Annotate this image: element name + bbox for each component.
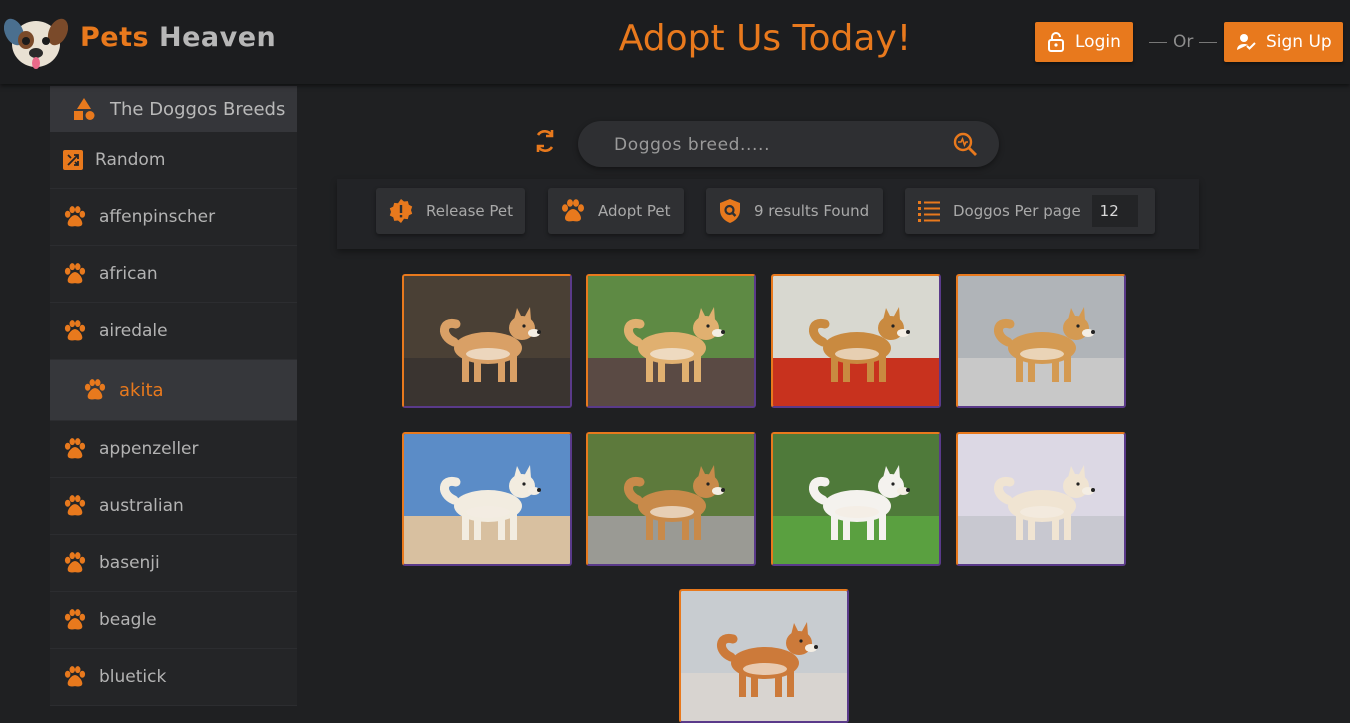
paw-icon: [64, 320, 86, 341]
sidebar-item-breed[interactable]: bluetick: [50, 649, 297, 706]
signup-button[interactable]: Sign Up: [1224, 22, 1343, 62]
brand-part-pets: Pets: [80, 22, 150, 53]
dog-image-card[interactable]: [586, 432, 756, 566]
paw-icon: [64, 206, 86, 227]
dog-photo: [773, 276, 939, 406]
dog-image-card[interactable]: [586, 274, 756, 408]
paw-icon: [562, 199, 584, 222]
sidebar-heading: The Doggos Breeds: [50, 86, 297, 132]
lock-icon: [1048, 32, 1064, 52]
sidebar-item-label: airedale: [99, 321, 168, 341]
breed-list: affenpinscher african airedale akita appenze…: [50, 189, 297, 706]
dog-photo: [404, 434, 570, 564]
paw-icon: [64, 438, 86, 459]
search-input[interactable]: [612, 131, 936, 159]
page-headline: Adopt Us Today!: [618, 18, 912, 59]
shuffle-icon: [63, 150, 83, 170]
sidebar-item-breed[interactable]: appenzeller: [50, 421, 297, 478]
sidebar-item-breed[interactable]: african: [50, 246, 297, 303]
login-label: Login: [1075, 32, 1121, 52]
dog-photo: [773, 434, 939, 564]
paw-icon: [64, 609, 86, 630]
sidebar-item-label: australian: [99, 496, 184, 516]
sidebar-item-breed[interactable]: affenpinscher: [50, 189, 297, 246]
release-pet-button[interactable]: Release Pet: [376, 188, 525, 234]
top-header: Pets Heaven Adopt Us Today! Login Or Sig…: [0, 0, 1350, 84]
dog-image-card[interactable]: [956, 274, 1126, 408]
sidebar-item-breed[interactable]: australian: [50, 478, 297, 535]
results-count-label: 9 results Found: [754, 202, 870, 220]
sidebar-item-breed[interactable]: basenji: [50, 535, 297, 592]
brand-name[interactable]: Pets Heaven: [80, 22, 276, 53]
sidebar-item-breed[interactable]: beagle: [50, 592, 297, 649]
dog-image-card[interactable]: [771, 274, 941, 408]
paw-icon: [64, 495, 86, 516]
dog-photo: [588, 434, 754, 564]
list-icon: [918, 201, 940, 222]
brand-part-heaven: Heaven: [158, 22, 277, 53]
dog-photo: [588, 276, 754, 406]
dog-face-icon[interactable]: [3, 10, 69, 74]
paw-icon: [64, 263, 86, 284]
paw-icon: [84, 379, 106, 400]
sidebar-item-label: Random: [95, 150, 166, 170]
release-pet-label: Release Pet: [426, 202, 513, 220]
sidebar-heading-label: The Doggos Breeds: [110, 98, 286, 120]
alert-badge-icon: [389, 199, 413, 223]
refresh-icon[interactable]: [533, 128, 557, 158]
user-check-icon: [1237, 34, 1256, 50]
dog-photo: [681, 591, 847, 721]
sidebar-item-label: akita: [119, 379, 164, 401]
or-separator: Or: [1143, 32, 1223, 52]
dog-image-card[interactable]: [402, 274, 572, 408]
search-bar: [578, 121, 999, 167]
dog-photo: [958, 434, 1124, 564]
shapes-icon: [74, 98, 95, 120]
per-page-input[interactable]: [1091, 195, 1138, 227]
per-page-label: Doggos Per page: [953, 202, 1081, 220]
dog-photo: [958, 276, 1124, 406]
sidebar-item-label: beagle: [99, 610, 157, 630]
shield-search-icon: [720, 199, 740, 223]
sidebar-item-label: affenpinscher: [99, 207, 216, 227]
per-page-control: Doggos Per page: [905, 188, 1155, 234]
sidebar-item-breed[interactable]: akita: [50, 360, 297, 421]
adopt-pet-button[interactable]: Adopt Pet: [548, 188, 684, 234]
sidebar-item-label: african: [99, 264, 158, 284]
dog-image-card[interactable]: [771, 432, 941, 566]
dog-image-card[interactable]: [402, 432, 572, 566]
dog-image-card[interactable]: [956, 432, 1126, 566]
paw-icon: [64, 552, 86, 573]
dog-image-card[interactable]: [679, 589, 849, 723]
sidebar-item-random[interactable]: Random: [50, 132, 297, 189]
sidebar-item-breed[interactable]: airedale: [50, 303, 297, 360]
adopt-pet-label: Adopt Pet: [598, 202, 671, 220]
sidebar-item-label: appenzeller: [99, 439, 199, 459]
results-count-badge: 9 results Found: [706, 188, 883, 234]
dog-photo: [404, 276, 570, 406]
or-label: Or: [1173, 32, 1194, 52]
sidebar-item-label: basenji: [99, 553, 160, 573]
signup-label: Sign Up: [1266, 32, 1332, 52]
login-button[interactable]: Login: [1035, 22, 1133, 62]
search-zoom-icon[interactable]: [952, 131, 978, 161]
breeds-sidebar: The Doggos Breeds Random affenpinscher af…: [50, 86, 297, 706]
paw-icon: [64, 666, 86, 687]
sidebar-item-label: bluetick: [99, 667, 167, 687]
